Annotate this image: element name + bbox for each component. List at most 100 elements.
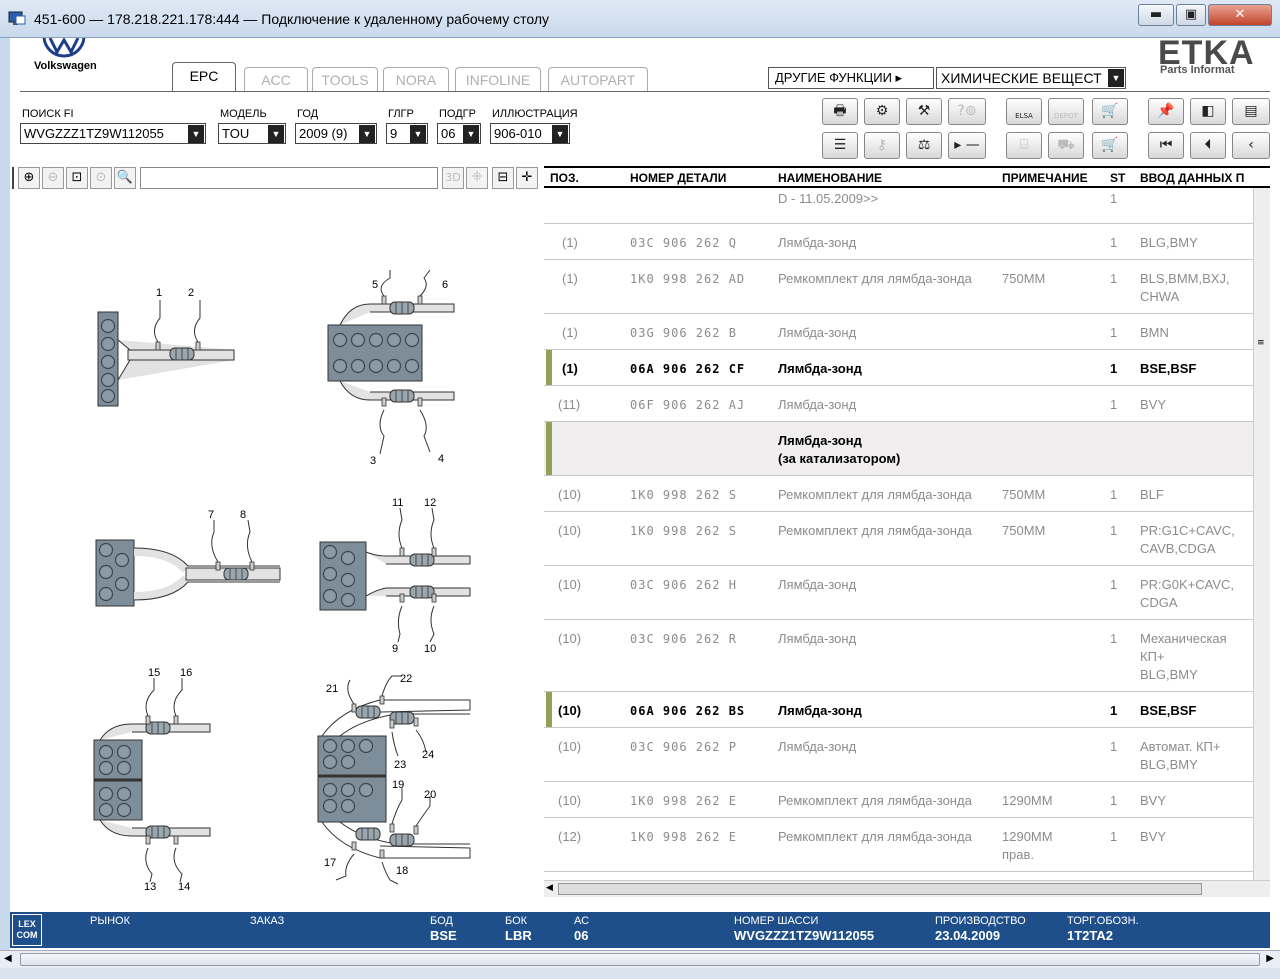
chevron-down-icon[interactable]: ▼ [268, 125, 284, 143]
callout-label: 24 [422, 749, 434, 761]
service-button[interactable]: ⚙ [864, 98, 900, 125]
filter-search-fi[interactable]: WVGZZZ1TZ9W112055 ▼ [20, 123, 206, 144]
tab-acc[interactable]: ACC [244, 67, 308, 91]
tab-tools[interactable]: TOOLS [312, 67, 378, 91]
close-button[interactable]: ✕ [1208, 4, 1272, 26]
table-vertical-scrollbar[interactable]: ≡ [1253, 188, 1270, 882]
search-button[interactable]: 🔍 [114, 167, 136, 189]
row-data: BVY [1140, 829, 1167, 844]
cart-icon: 🛒 [1101, 103, 1119, 119]
list-button[interactable]: ☰ [822, 132, 858, 159]
play-button[interactable]: ▸ — [948, 132, 986, 159]
depot-button[interactable]: DEPOT [1048, 98, 1084, 125]
filter-main-group[interactable]: 9 ▼ [386, 123, 428, 144]
table-row[interactable]: (1) 03G 906 262 B Лямбда-зонд 1 BMN [544, 314, 1253, 350]
table-row[interactable]: (10) 06A 906 262 BS Лямбда-зонд 1 BSE,BS… [544, 692, 1253, 728]
table-row[interactable]: (10) 03C 906 262 R Лямбда-зонд 1 Механич… [544, 620, 1253, 692]
tab-nora[interactable]: NORA [383, 67, 449, 91]
chevron-down-icon[interactable]: ▼ [410, 125, 426, 143]
table-row[interactable]: (1) 03C 906 262 Q Лямбда-зонд 1 BLG,BMY [544, 224, 1253, 260]
table-horizontal-scrollbar[interactable]: ◀ [544, 880, 1270, 897]
filter-illustration[interactable]: 906-010 ▼ [490, 123, 570, 144]
scroll-grip-icon[interactable]: ≡ [1257, 338, 1267, 348]
help-button[interactable]: ?⊚ [948, 98, 986, 125]
scroll-right-icon[interactable]: ▶ [1266, 953, 1274, 964]
chevron-down-icon[interactable]: ▼ [188, 125, 204, 143]
tools-button[interactable]: ⚒ [906, 98, 942, 125]
lexcom-logo: LEX COM [12, 914, 42, 946]
row-pos: (1) [562, 325, 578, 340]
page-button[interactable]: ▤ [1232, 98, 1270, 125]
table-row[interactable]: (10) 03C 906 262 H Лямбда-зонд 1 PR:G0K+… [544, 566, 1253, 620]
prev-button[interactable]: ⏴ [1190, 132, 1226, 159]
filter-year[interactable]: 2009 (9) ▼ [295, 123, 377, 144]
scroll-left-icon[interactable]: ◀ [4, 953, 12, 964]
callout-label: 9 [392, 643, 398, 655]
zoom-toolbar: ⊕ ⊖ ⊡ ⊙ 🔍 3D ⁜ ⊟ ✛ [10, 166, 540, 190]
zoom-in-icon: ⊕ [23, 170, 35, 185]
table-row[interactable]: Лямбда-зонд (за катализатором) [544, 422, 1253, 476]
zoom-in-button[interactable]: ⊕ [18, 167, 40, 189]
cart-add-button[interactable]: 🛒 [1092, 98, 1128, 125]
tab-autopart[interactable]: AUTOPART [548, 67, 648, 91]
chevron-down-icon[interactable]: ▼ [359, 125, 375, 143]
col-pos[interactable]: ПОЗ. [550, 171, 579, 185]
other-functions-select[interactable]: ХИМИЧЕСКИЕ ВЕЩЕСТ ▼ [936, 67, 1126, 89]
network-icon: ⌸ [1019, 137, 1029, 153]
print-button[interactable]: 🖶 [822, 98, 858, 125]
tab-epc[interactable]: EPC [172, 62, 236, 92]
window-horizontal-scrollbar[interactable]: ◀ ▶ [0, 950, 1280, 968]
first-button[interactable]: ⏮ [1148, 132, 1184, 159]
table-row[interactable]: (12) 1K0 998 262 E Ремкомплект для лямбд… [544, 818, 1253, 872]
row-part: 03C 906 262 H [630, 578, 737, 592]
crosshair-button[interactable]: ✛ [516, 167, 538, 189]
chevron-down-icon[interactable]: ▼ [552, 125, 568, 143]
scroll-thumb[interactable] [558, 883, 1202, 895]
first-page-icon: ⏮ [1159, 137, 1173, 153]
filter-value: WVGZZZ1TZ9W112055 [24, 126, 164, 141]
restore-button[interactable]: ▣ [1176, 4, 1206, 26]
scroll-left-icon[interactable]: ◀ [546, 883, 553, 893]
callout-label: 16 [180, 667, 192, 679]
chevron-down-icon[interactable]: ▼ [463, 125, 479, 143]
zoom-out-button[interactable]: ⊖ [42, 167, 64, 189]
status-order-label: ЗАКАЗ [250, 915, 285, 927]
col-part-number[interactable]: НОМЕР ДЕТАЛИ [630, 171, 726, 185]
zoom-100-button[interactable]: ⊙ [90, 167, 112, 189]
elsa-button[interactable]: ELSA [1006, 98, 1042, 125]
table-row[interactable]: (10) 1K0 998 262 S Ремкомплект для лямбд… [544, 476, 1253, 512]
scale-button[interactable]: ⚖ [906, 132, 942, 159]
col-name[interactable]: НАИМЕНОВАНИЕ [778, 171, 882, 185]
filter-sub-group[interactable]: 06 ▼ [437, 123, 481, 144]
col-note[interactable]: ПРИМЕЧАНИЕ [1002, 171, 1088, 185]
add-list-button[interactable]: ⁜ [466, 167, 488, 189]
pin-button[interactable]: 📌 [1148, 98, 1184, 125]
col-st[interactable]: ST [1110, 171, 1125, 185]
table-row[interactable]: D - 11.05.2009>> 1 [544, 188, 1253, 224]
page-back-button[interactable]: ◧ [1190, 98, 1226, 125]
view-3d-button[interactable]: 3D [442, 167, 464, 189]
illustration-search-input[interactable] [140, 167, 438, 189]
tab-infoline[interactable]: INFOLINE [455, 67, 541, 91]
key-button[interactable]: ⚷ [864, 132, 900, 159]
table-row[interactable]: (1) 06A 906 262 CF Лямбда-зонд 1 BSE,BSF [544, 350, 1253, 386]
scroll-thumb[interactable] [20, 953, 1260, 966]
split-view-button[interactable]: ⊟ [492, 167, 514, 189]
table-row[interactable]: (10) 1K0 998 262 E Ремкомплект для лямбд… [544, 782, 1253, 818]
prev-step-button[interactable]: ‹ [1232, 132, 1270, 159]
status-bar: LEX COM РЫНОК ЗАКАЗ БОД BSE БОК LBR АС 0… [10, 912, 1270, 948]
filter-model[interactable]: TOU ▼ [218, 123, 286, 144]
table-row[interactable]: (1) 1K0 998 262 AD Ремкомплект для лямбд… [544, 260, 1253, 314]
cart-button[interactable]: 🛒 [1092, 132, 1128, 159]
table-row[interactable]: (10) 03C 906 262 P Лямбда-зонд 1 Автомат… [544, 728, 1253, 782]
table-row[interactable]: (10) 1K0 998 262 S Ремкомплект для лямбд… [544, 512, 1253, 566]
status-production-value: 23.04.2009 [935, 928, 1001, 943]
chevron-down-icon[interactable]: ▼ [1108, 69, 1124, 87]
network-button[interactable]: ⌸ [1006, 132, 1042, 159]
other-functions-button[interactable]: ДРУГИЕ ФУНКЦИИ ▸ [768, 67, 934, 89]
zoom-fit-button[interactable]: ⊡ [66, 167, 88, 189]
col-data-entry[interactable]: ВВОД ДАННЫХ П [1140, 171, 1244, 185]
table-row[interactable]: (11) 06F 906 262 AJ Лямбда-зонд 1 BVY [544, 386, 1253, 422]
minimize-button[interactable]: ▬ [1138, 4, 1174, 26]
vehicle-button[interactable]: ⛟ [1048, 132, 1084, 159]
